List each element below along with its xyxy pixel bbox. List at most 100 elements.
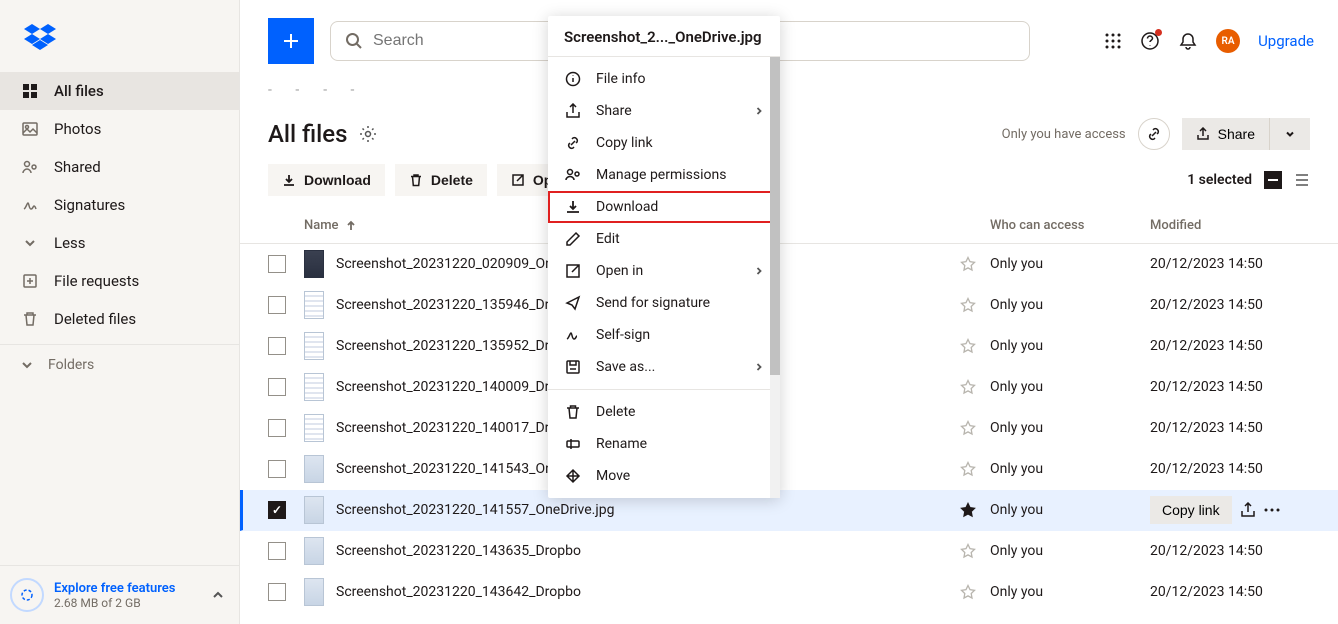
share-icon[interactable] (1240, 502, 1256, 518)
share-dropdown-button[interactable] (1269, 118, 1310, 150)
sidebar-item-photos[interactable]: Photos (0, 110, 239, 148)
delete-button[interactable]: Delete (395, 164, 487, 196)
table-row[interactable]: Screenshot_20231220_141543_OneDri Only y… (240, 449, 1338, 490)
chevron-right-icon (754, 266, 764, 276)
table-row[interactable]: Screenshot_20231220_020909_OneDri Only y… (240, 244, 1338, 285)
row-checkbox[interactable] (268, 378, 286, 396)
file-name[interactable]: Screenshot_20231220_143642_Dropbo (336, 584, 960, 600)
star-icon[interactable] (960, 420, 990, 436)
star-icon[interactable] (960, 502, 990, 518)
header: RA Upgrade (240, 0, 1338, 82)
context-menu-item-manage-permissions[interactable]: Manage permissions (548, 159, 780, 191)
sidebar-item-deleted-files[interactable]: Deleted files (0, 300, 239, 338)
apps-icon[interactable] (1104, 32, 1122, 50)
link-button[interactable] (1138, 118, 1170, 150)
modified-cell: 20/12/2023 14:50 (1150, 461, 1310, 477)
star-icon[interactable] (960, 543, 990, 559)
share-button[interactable]: Share (1182, 118, 1269, 150)
chevron-down-icon (20, 358, 34, 372)
sidebar-item-signatures[interactable]: Signatures (0, 186, 239, 224)
file-name[interactable]: Screenshot_20231220_141557_OneDrive.jpg (336, 502, 960, 518)
chevron-up-icon[interactable] (207, 584, 229, 606)
sidebar-item-label: Deleted files (54, 310, 136, 328)
row-checkbox[interactable] (268, 255, 286, 273)
modified-cell: 20/12/2023 14:50 (1150, 297, 1310, 313)
gear-icon[interactable] (359, 125, 377, 143)
context-menu-item-edit[interactable]: Edit (548, 223, 780, 255)
star-icon[interactable] (960, 379, 990, 395)
table-row[interactable]: Screenshot_20231220_135946_Dropbo Only y… (240, 285, 1338, 326)
star-icon[interactable] (960, 584, 990, 600)
context-menu-item-send-for-signature[interactable]: Send for signature (548, 287, 780, 319)
context-menu-item-label: File info (596, 71, 645, 87)
sidebar: All files Photos Shared Signatures Less … (0, 0, 240, 624)
table-row[interactable]: Screenshot_20231220_143635_Dropbo Only y… (240, 531, 1338, 572)
access-cell: Only you (990, 297, 1150, 313)
context-menu-item-share[interactable]: Share (548, 95, 780, 127)
sidebar-section-folders[interactable]: Folders (0, 344, 239, 385)
modified-cell: 20/12/2023 14:50 (1150, 379, 1310, 395)
context-menu-item-copy-link[interactable]: Copy link (548, 127, 780, 159)
access-cell: Only you (990, 256, 1150, 272)
file-thumbnail (304, 291, 324, 319)
context-menu-item-label: Send for signature (596, 295, 710, 311)
table-row[interactable]: Screenshot_20231220_143642_Dropbo Only y… (240, 572, 1338, 613)
dropbox-logo[interactable] (0, 0, 239, 72)
context-menu-item-file-info[interactable]: File info (548, 63, 780, 95)
table-row[interactable]: Screenshot_20231220_140017_Dropbo Only y… (240, 408, 1338, 449)
star-icon[interactable] (960, 297, 990, 313)
sidebar-promo[interactable]: Explore free features 2.68 MB of 2 GB (0, 565, 239, 624)
star-icon[interactable] (960, 461, 990, 477)
access-cell: Only you (990, 379, 1150, 395)
new-button[interactable] (268, 18, 314, 64)
sidebar-item-all-files[interactable]: All files (0, 72, 239, 110)
context-menu-item-label: Open in (596, 263, 643, 279)
help-icon[interactable] (1140, 31, 1160, 51)
notifications-icon[interactable] (1178, 31, 1198, 51)
context-menu-item-save-as-[interactable]: Save as... (548, 351, 780, 383)
context-menu-item-open-in[interactable]: Open in (548, 255, 780, 287)
context-menu-item-label: Share (596, 103, 632, 119)
context-menu-item-label: Move (596, 468, 630, 484)
sidebar-item-shared[interactable]: Shared (0, 148, 239, 186)
grid-icon (20, 83, 40, 99)
download-icon (564, 199, 582, 215)
context-menu-item-download[interactable]: Download (548, 191, 780, 223)
context-menu-item-self-sign[interactable]: Self-sign (548, 319, 780, 351)
star-icon[interactable] (960, 338, 990, 354)
sidebar-item-less[interactable]: Less (0, 224, 239, 262)
context-menu-item-rename[interactable]: Rename (548, 428, 780, 460)
share-icon (564, 103, 582, 119)
table-row[interactable]: Screenshot_20231220_141557_OneDrive.jpg … (240, 490, 1338, 531)
column-access[interactable]: Who can access (990, 218, 1150, 233)
scrollbar[interactable] (770, 57, 780, 498)
upgrade-link[interactable]: Upgrade (1258, 32, 1314, 50)
more-icon[interactable] (1264, 508, 1280, 512)
file-name[interactable]: Screenshot_20231220_143635_Dropbo (336, 543, 960, 559)
row-checkbox[interactable] (268, 419, 286, 437)
row-checkbox[interactable] (268, 583, 286, 601)
copy-link-button[interactable]: Copy link (1150, 496, 1232, 524)
star-icon[interactable] (960, 256, 990, 272)
row-checkbox[interactable] (268, 542, 286, 560)
download-button[interactable]: Download (268, 164, 385, 196)
info-icon (564, 71, 582, 87)
table-row[interactable]: Screenshot_20231220_135952_Dropbo Only y… (240, 326, 1338, 367)
row-checkbox[interactable] (268, 501, 286, 519)
avatar[interactable]: RA (1216, 29, 1240, 53)
sidebar-item-file-requests[interactable]: File requests (0, 262, 239, 300)
trash-icon (20, 311, 40, 327)
column-modified[interactable]: Modified (1150, 218, 1310, 233)
modified-cell: 20/12/2023 14:50 (1150, 256, 1310, 272)
row-checkbox[interactable] (268, 296, 286, 314)
row-checkbox[interactable] (268, 460, 286, 478)
row-checkbox[interactable] (268, 337, 286, 355)
context-menu-item-move[interactable]: Move (548, 460, 780, 492)
table-row[interactable]: Screenshot_20231220_140009_Dropbo Only y… (240, 367, 1338, 408)
deselect-button[interactable] (1264, 171, 1282, 189)
context-menu-item-delete[interactable]: Delete (548, 396, 780, 428)
chevron-right-icon (754, 106, 764, 116)
list-layout-icon[interactable] (1294, 172, 1310, 188)
modified-cell: 20/12/2023 14:50 (1150, 584, 1310, 600)
context-menu-item-label: Save as... (596, 359, 655, 375)
